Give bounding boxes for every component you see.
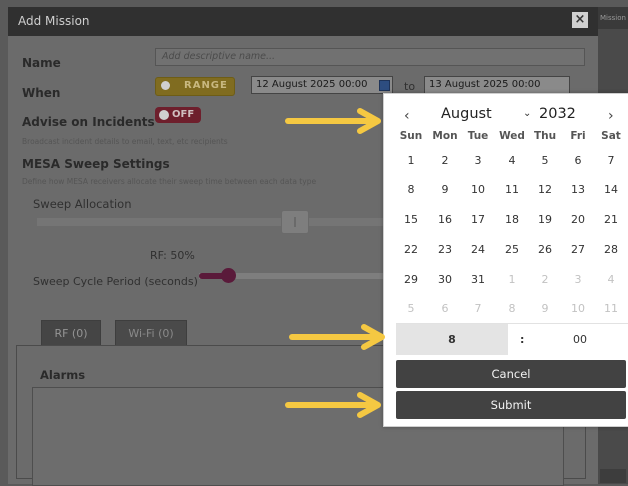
calendar-day[interactable]: 6 [561, 148, 595, 174]
next-month-icon[interactable]: › [608, 108, 614, 124]
sweep-allocation-slider[interactable] [37, 210, 383, 234]
when-label: When [22, 86, 61, 100]
advise-toggle-label: OFF [172, 109, 195, 120]
calendar-day[interactable]: 30 [428, 267, 462, 293]
calendar-day[interactable]: 23 [428, 237, 462, 263]
to-label: to [404, 80, 416, 93]
tab-rf[interactable]: RF (0) [41, 320, 101, 347]
date-picker-popup: ‹ August ⌄ 2032 › Sun Mon Tue Wed Thu Fri Sat … [383, 93, 628, 427]
calendar-day[interactable]: 6 [428, 296, 462, 322]
weekday-header: Sun [399, 130, 423, 142]
calendar-day[interactable]: 3 [461, 148, 495, 174]
advise-toggle[interactable]: OFF [155, 107, 201, 123]
close-icon[interactable]: × [572, 12, 588, 28]
calendar-day[interactable]: 24 [461, 237, 495, 263]
calendar-day[interactable]: 29 [394, 267, 428, 293]
submit-button[interactable]: Submit [396, 391, 626, 419]
calendar-day[interactable]: 10 [561, 296, 595, 322]
rf-percent: RF: 50% [150, 249, 195, 262]
sweep-cycle-thumb[interactable] [221, 268, 236, 283]
dialog-title: Add Mission [18, 14, 90, 28]
range-toggle[interactable]: RANGE [155, 77, 235, 96]
start-date-value: 12 August 2025 00:00 [256, 79, 368, 90]
calendar-day[interactable]: 26 [528, 237, 562, 263]
calendar-day[interactable]: 18 [495, 207, 529, 233]
minute-input[interactable]: 00 [532, 324, 628, 355]
calendar-day[interactable]: 9 [428, 177, 462, 203]
calendar-day[interactable]: 17 [461, 207, 495, 233]
dialog-titlebar: Add Mission × [8, 7, 598, 36]
weekday-header: Fri [570, 130, 586, 142]
sweep-allocation-thumb[interactable] [281, 210, 309, 234]
tab-wifi[interactable]: Wi-Fi (0) [115, 320, 187, 347]
hour-input[interactable]: 8 [396, 324, 508, 355]
background-tab: Mission [598, 7, 628, 29]
calendar-day[interactable]: 22 [394, 237, 428, 263]
calendar-day[interactable]: 4 [495, 148, 529, 174]
time-picker: 8 : 00 [396, 323, 628, 355]
calendar-day[interactable]: 1 [394, 148, 428, 174]
annotation-arrow-icon [289, 324, 385, 350]
mesa-settings-description: Define how MESA receivers allocate their… [22, 177, 317, 186]
calendar-day[interactable]: 19 [528, 207, 562, 233]
cancel-button[interactable]: Cancel [396, 360, 626, 388]
calendar-day[interactable]: 20 [561, 207, 595, 233]
time-separator: : [520, 333, 525, 346]
sweep-cycle-slider[interactable] [199, 268, 383, 283]
calendar-day[interactable]: 7 [461, 296, 495, 322]
advise-description: Broadcast incident details to email, tex… [22, 137, 228, 146]
calendar-day[interactable]: 27 [561, 237, 595, 263]
weekday-header: Thu [533, 130, 557, 142]
calendar-day[interactable]: 2 [428, 148, 462, 174]
calendar-day[interactable]: 16 [428, 207, 462, 233]
calendar-day[interactable]: 4 [594, 267, 628, 293]
alarms-label: Alarms [40, 368, 86, 382]
mesa-settings-title: MESA Sweep Settings [22, 157, 170, 171]
calendar-day[interactable]: 25 [495, 237, 529, 263]
chevron-down-icon[interactable]: ⌄ [523, 108, 531, 119]
month-select[interactable]: August [441, 106, 492, 122]
calendar-day[interactable]: 9 [528, 296, 562, 322]
calendar-day[interactable]: 8 [394, 177, 428, 203]
weekday-header: Mon [432, 130, 458, 142]
end-date-value: 13 August 2025 00:00 [429, 79, 541, 90]
calendar-day[interactable]: 2 [528, 267, 562, 293]
calendar-day[interactable]: 5 [394, 296, 428, 322]
calendar-day[interactable]: 11 [495, 177, 529, 203]
grip-icon [294, 217, 296, 227]
calendar-day[interactable]: 5 [528, 148, 562, 174]
calendar-day[interactable]: 1 [495, 267, 529, 293]
name-label: Name [22, 56, 61, 70]
calendar-day[interactable]: 7 [594, 148, 628, 174]
annotation-arrow-icon [285, 392, 381, 418]
calendar-day[interactable]: 11 [594, 296, 628, 322]
calendar-day[interactable]: 15 [394, 207, 428, 233]
calendar-day[interactable]: 10 [461, 177, 495, 203]
calendar-day[interactable]: 21 [594, 207, 628, 233]
sweep-allocation-label: Sweep Allocation [33, 197, 132, 211]
calendar-day[interactable]: 14 [594, 177, 628, 203]
advise-label: Advise on Incidents [22, 115, 155, 129]
start-date-input[interactable]: 12 August 2025 00:00 [251, 76, 393, 94]
calendar-day[interactable]: 12 [528, 177, 562, 203]
annotation-arrow-icon [285, 108, 381, 134]
end-date-input[interactable]: 13 August 2025 00:00 [424, 76, 570, 94]
calendar-icon[interactable] [379, 80, 390, 91]
calendar-day[interactable]: 28 [594, 237, 628, 263]
advise-toggle-knob [159, 110, 169, 120]
calendar-day[interactable]: 3 [561, 267, 595, 293]
calendar-day[interactable]: 8 [495, 296, 529, 322]
background-block [600, 469, 626, 483]
year-input[interactable]: 2032 [539, 106, 576, 122]
sweep-cycle-label: Sweep Cycle Period (seconds) [33, 275, 198, 288]
name-input[interactable]: Add descriptive name... [155, 48, 585, 66]
weekday-header: Sat [601, 130, 621, 142]
range-toggle-label: RANGE [184, 80, 228, 91]
range-toggle-knob [161, 81, 170, 90]
weekday-header: Tue [467, 130, 489, 142]
calendar-day[interactable]: 31 [461, 267, 495, 293]
calendar-day[interactable]: 13 [561, 177, 595, 203]
previous-month-icon[interactable]: ‹ [404, 108, 410, 124]
weekday-header: Wed [499, 130, 525, 142]
